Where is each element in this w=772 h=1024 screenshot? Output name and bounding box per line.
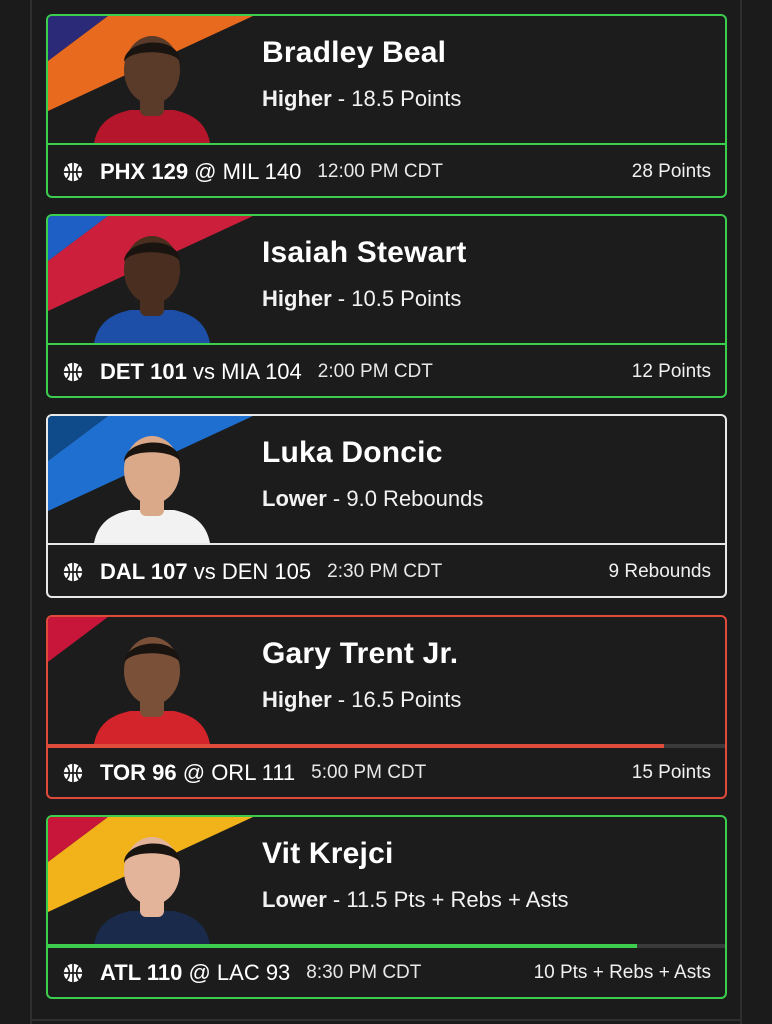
actual-result: 10 Pts + Rebs + Asts bbox=[533, 961, 711, 983]
actual-result: 15 Points bbox=[631, 761, 711, 783]
game-info-row: DET 101 vs MIA 104 2:00 PM CDT 12 Points bbox=[48, 345, 725, 396]
pick-card-1[interactable]: Bradley Beal Higher - 18.5 Points PHX 12… bbox=[46, 14, 727, 198]
pick-card-header: Bradley Beal Higher - 18.5 Points bbox=[48, 16, 725, 143]
game-info-row: TOR 96 @ ORL 111 5:00 PM CDT 15 Points bbox=[48, 746, 725, 797]
right-rail bbox=[740, 0, 742, 1024]
matchup-connector: @ bbox=[182, 959, 217, 985]
team2-score: DEN 105 bbox=[221, 558, 312, 584]
player-name: Bradley Beal bbox=[262, 36, 447, 69]
basketball-icon bbox=[63, 162, 83, 181]
pick-separator: - bbox=[331, 687, 352, 712]
pick-direction: Higher bbox=[262, 687, 332, 712]
team2-score: LAC 93 bbox=[216, 959, 291, 985]
pick-card-5[interactable]: Vit Krejci Lower - 11.5 Pts + Rebs + Ast… bbox=[46, 815, 727, 999]
basketball-icon bbox=[63, 763, 83, 782]
pick-card-header: Gary Trent Jr. Higher - 16.5 Points bbox=[48, 617, 725, 744]
matchup-score: TOR 96 @ ORL 111 bbox=[100, 760, 295, 786]
left-rail bbox=[30, 0, 32, 1024]
player-headshot bbox=[94, 436, 210, 543]
pick-direction: Lower bbox=[262, 887, 327, 912]
pick-stat-line: 11.5 Pts + Rebs + Asts bbox=[346, 887, 569, 912]
game-time: 12:00 PM CDT bbox=[317, 160, 443, 182]
game-time: 2:30 PM CDT bbox=[327, 560, 443, 582]
player-headshot bbox=[94, 36, 210, 143]
pick-card-2[interactable]: Isaiah Stewart Higher - 10.5 Points DET … bbox=[46, 214, 727, 398]
pick-separator: - bbox=[326, 887, 347, 912]
pick-line: Higher - 18.5 Points bbox=[262, 86, 461, 112]
matchup-connector: vs bbox=[187, 558, 222, 584]
matchup-connector: vs bbox=[186, 358, 222, 384]
team2-score: MIL 140 bbox=[222, 158, 302, 184]
game-info-row: ATL 110 @ LAC 93 8:30 PM CDT 10 Pts + Re… bbox=[48, 946, 725, 997]
team2-score: MIA 104 bbox=[221, 358, 302, 384]
matchup-score: DAL 107 vs DEN 105 bbox=[100, 559, 311, 585]
game-time: 2:00 PM CDT bbox=[317, 360, 433, 382]
game-time: 8:30 PM CDT bbox=[306, 961, 422, 983]
game-info-row: DAL 107 vs DEN 105 2:30 PM CDT 9 Rebound… bbox=[48, 545, 725, 596]
team1-score: ATL 110 bbox=[100, 959, 183, 985]
pick-direction: Higher bbox=[262, 86, 332, 111]
matchup-connector: @ bbox=[188, 158, 223, 184]
pick-stat-line: 16.5 Points bbox=[351, 687, 462, 712]
actual-result: 28 Points bbox=[631, 160, 711, 182]
player-headshot bbox=[94, 236, 210, 343]
team1-score: DAL 107 bbox=[100, 558, 188, 584]
pick-line: Lower - 9.0 Rebounds bbox=[262, 486, 483, 512]
basketball-icon bbox=[63, 963, 83, 982]
pick-separator: - bbox=[326, 486, 347, 511]
pick-stat-line: 9.0 Rebounds bbox=[346, 486, 484, 511]
team2-score: ORL 111 bbox=[211, 759, 296, 785]
player-name: Luka Doncic bbox=[262, 436, 443, 469]
actual-result: 9 Rebounds bbox=[608, 560, 711, 582]
team1-score: TOR 96 bbox=[100, 759, 177, 785]
matchup-connector: @ bbox=[176, 759, 212, 785]
player-name: Vit Krejci bbox=[262, 837, 394, 870]
player-name: Gary Trent Jr. bbox=[262, 637, 459, 670]
pick-direction: Higher bbox=[262, 286, 332, 311]
pick-stat-line: 10.5 Points bbox=[351, 286, 462, 311]
pick-card-header: Luka Doncic Lower - 9.0 Rebounds bbox=[48, 416, 725, 543]
pick-separator: - bbox=[331, 86, 352, 111]
list-bottom-border bbox=[30, 1019, 742, 1021]
player-headshot bbox=[94, 637, 210, 744]
pick-card-header: Vit Krejci Lower - 11.5 Pts + Rebs + Ast… bbox=[48, 817, 725, 944]
basketball-icon bbox=[63, 362, 83, 381]
team1-score: PHX 129 bbox=[100, 158, 189, 184]
matchup-score: PHX 129 @ MIL 140 bbox=[100, 159, 301, 185]
game-info-row: PHX 129 @ MIL 140 12:00 PM CDT 28 Points bbox=[48, 145, 725, 196]
pick-stat-line: 18.5 Points bbox=[351, 86, 462, 111]
pick-line: Higher - 10.5 Points bbox=[262, 286, 461, 312]
team1-score: DET 101 bbox=[100, 358, 187, 384]
basketball-icon bbox=[63, 562, 83, 581]
actual-result: 12 Points bbox=[631, 360, 711, 382]
pick-card-4[interactable]: Gary Trent Jr. Higher - 16.5 Points TOR … bbox=[46, 615, 727, 799]
pick-line: Higher - 16.5 Points bbox=[262, 687, 461, 713]
pick-direction: Lower bbox=[262, 486, 327, 511]
pick-card-header: Isaiah Stewart Higher - 10.5 Points bbox=[48, 216, 725, 343]
pick-card-3[interactable]: Luka Doncic Lower - 9.0 Rebounds DAL 107… bbox=[46, 414, 727, 598]
game-time: 5:00 PM CDT bbox=[311, 761, 427, 783]
player-name: Isaiah Stewart bbox=[262, 236, 467, 269]
pick-line: Lower - 11.5 Pts + Rebs + Asts bbox=[262, 887, 569, 913]
player-headshot bbox=[94, 837, 210, 944]
matchup-score: ATL 110 @ LAC 93 bbox=[100, 960, 290, 986]
pick-separator: - bbox=[331, 286, 352, 311]
matchup-score: DET 101 vs MIA 104 bbox=[100, 359, 302, 385]
